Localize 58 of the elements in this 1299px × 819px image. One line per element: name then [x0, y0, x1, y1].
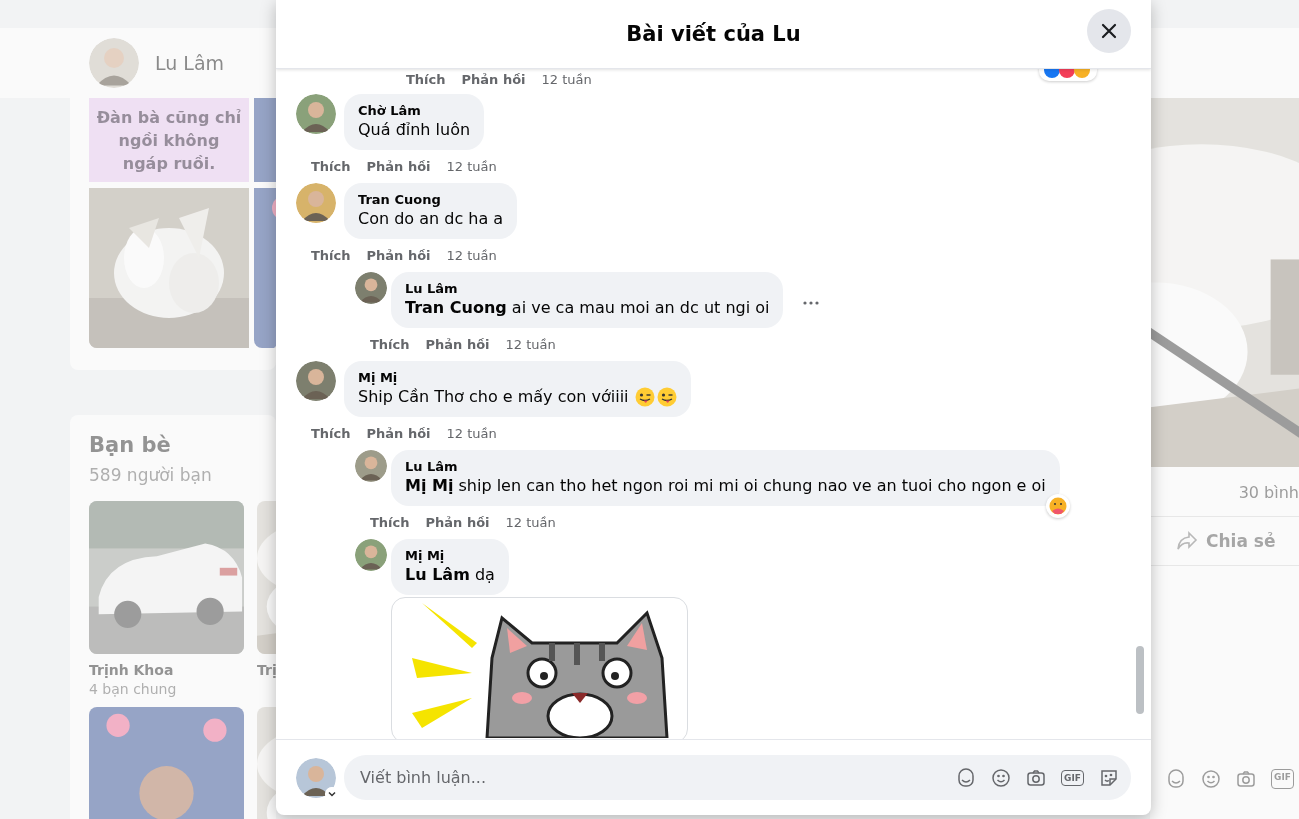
- care-reaction-icon[interactable]: [1045, 494, 1070, 518]
- emoji-icon: [991, 767, 1012, 788]
- like-link[interactable]: Thích: [311, 247, 351, 263]
- sticker-icon: [1099, 767, 1119, 788]
- profile-name[interactable]: Lu Lâm: [155, 52, 225, 74]
- comment-text: Con do an dc ha a: [358, 208, 504, 230]
- comment-time: 12 tuần: [446, 247, 497, 263]
- comment-text: Mị Mị ship len can tho het ngon roi mi mi oi chung nao ve an tuoi cho ngon e oi: [405, 475, 1046, 497]
- dialog-title: Bài viết của Lu: [626, 22, 801, 46]
- comment-time: 12 tuần: [505, 514, 556, 530]
- comment-input[interactable]: Viết bình luận... GIF: [344, 755, 1131, 800]
- close-icon: [1099, 21, 1119, 41]
- avatar[interactable]: [296, 183, 336, 223]
- comment-author[interactable]: Lu Lâm: [405, 459, 1046, 475]
- close-button[interactable]: [1087, 9, 1131, 53]
- comment-author[interactable]: Lu Lâm: [405, 281, 770, 297]
- comment-author[interactable]: Tran Cuong: [358, 192, 504, 208]
- avatar[interactable]: [355, 539, 387, 571]
- avatar[interactable]: [355, 450, 387, 482]
- avatar-sticker-icon: [1166, 769, 1186, 789]
- comment-text: Tran Cuong ai ve ca mau moi an dc ut ngi oi: [405, 297, 770, 319]
- friend-name[interactable]: Trị: [257, 662, 276, 678]
- emoji-icon: [1201, 769, 1221, 789]
- avatar[interactable]: [296, 757, 336, 798]
- like-link[interactable]: Thích: [311, 425, 351, 441]
- reply-link[interactable]: Phản hồi: [366, 158, 431, 174]
- comment-author[interactable]: Mị Mị: [405, 548, 495, 564]
- reply-link[interactable]: Phản hồi: [425, 514, 490, 530]
- comment-time: 12 tuần: [505, 336, 556, 352]
- friends-count: 589 người bạn: [89, 465, 213, 485]
- like-link[interactable]: Thích: [311, 158, 351, 174]
- comment-text: Ship Cần Thơ cho e mấy con vớiiii: [358, 386, 629, 408]
- like-link[interactable]: Thích: [370, 514, 410, 530]
- like-link[interactable]: Thích: [370, 336, 410, 352]
- comment-author[interactable]: Mị Mị: [358, 370, 677, 386]
- avatar[interactable]: [296, 361, 336, 401]
- comment-text: Lu Lâm dạ: [405, 564, 495, 586]
- camera-icon: [1026, 767, 1047, 788]
- gif-icon[interactable]: GIF: [1061, 769, 1084, 786]
- avatar[interactable]: [355, 272, 387, 304]
- avatar[interactable]: [296, 94, 336, 134]
- comment-time: 12 tuần: [446, 158, 497, 174]
- reply-link[interactable]: Phản hồi: [366, 247, 431, 263]
- like-link[interactable]: Thích: [406, 71, 446, 87]
- camera-icon: [1236, 769, 1256, 789]
- friends-title[interactable]: Bạn bè: [89, 433, 276, 457]
- reply-link[interactable]: Phản hồi: [461, 71, 526, 87]
- scrollbar[interactable]: [1136, 646, 1144, 714]
- comment-author[interactable]: Chờ Lâm: [358, 103, 471, 119]
- friend-name[interactable]: Trịnh Khoa: [89, 662, 244, 678]
- share-icon: [1176, 531, 1198, 551]
- mutual-friends: 4 bạn chung: [89, 681, 178, 697]
- comment-time: 12 tuần: [541, 71, 592, 87]
- reply-link[interactable]: Phản hồi: [366, 425, 431, 441]
- reply-link[interactable]: Phản hồi: [425, 336, 490, 352]
- avatar-sticker-icon: [956, 767, 977, 788]
- comment-text: Quá đỉnh luôn: [358, 119, 471, 141]
- comment-time: 12 tuần: [446, 425, 497, 441]
